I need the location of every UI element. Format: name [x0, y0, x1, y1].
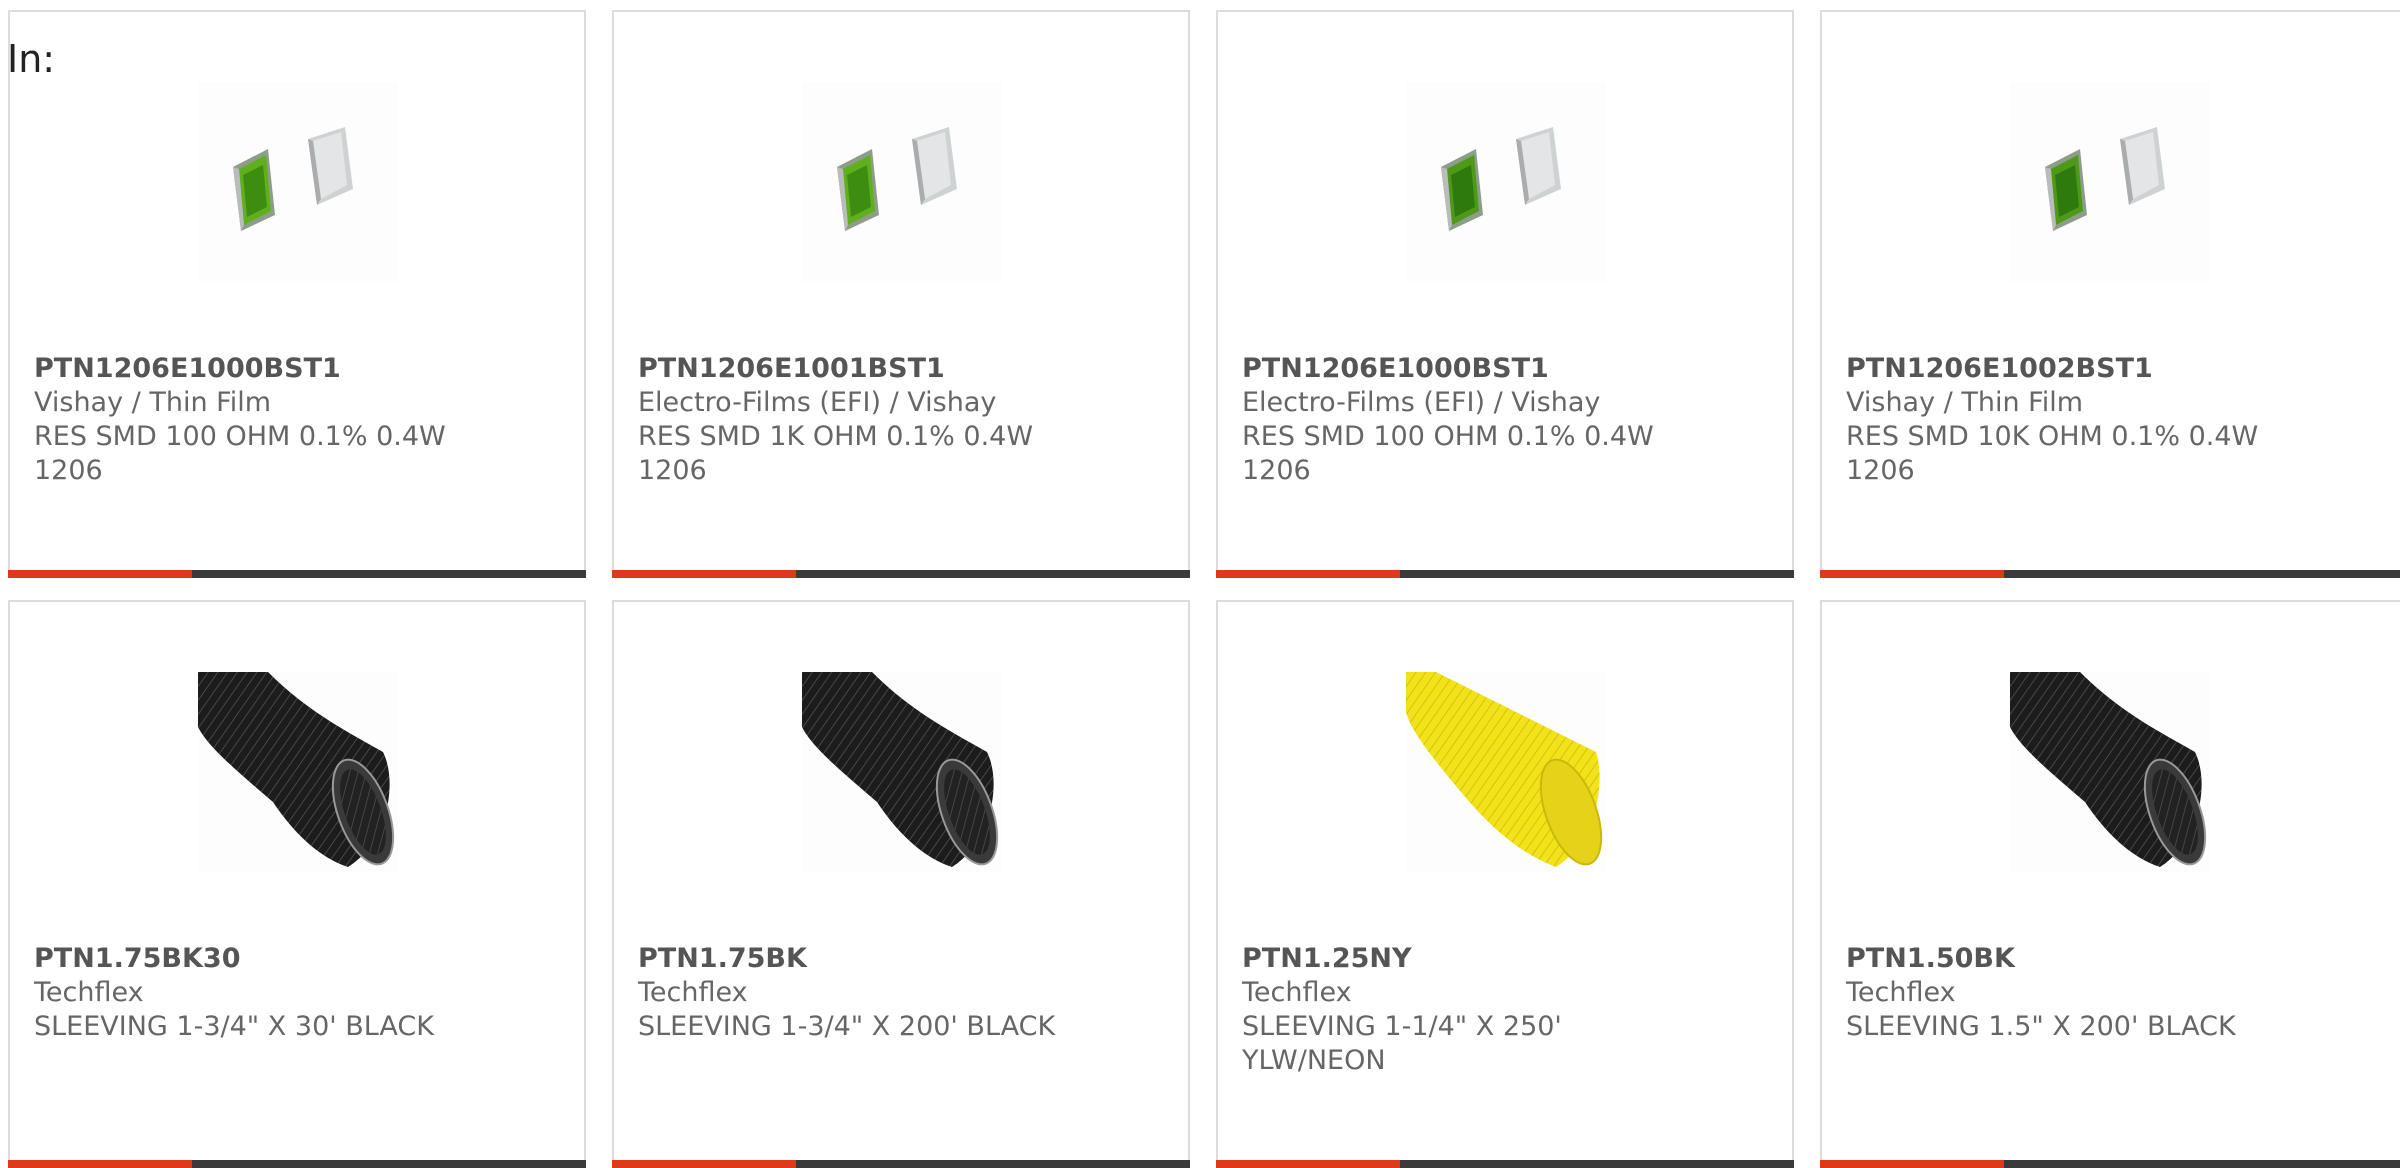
black-sleeving-image[interactable]: [198, 672, 398, 872]
part-number[interactable]: PTN1.25NY: [1242, 942, 1762, 976]
smd-resistor-image[interactable]: [198, 82, 398, 282]
description-cont: 1206: [1846, 455, 1915, 486]
smd-resistor-image[interactable]: [802, 82, 1002, 282]
card-bar-accent: [612, 570, 796, 578]
part-number[interactable]: PTN1206E1002BST1: [1846, 352, 2366, 386]
manufacturer: Electro-Films (EFI) / Vishay: [638, 387, 997, 418]
description: SLEEVING 1-1/4" X 250': [1242, 1011, 1562, 1042]
card-bar-accent: [1820, 570, 2004, 578]
part-number[interactable]: PTN1206E1000BST1: [34, 352, 554, 386]
product-card[interactable]: PTN1206E1000BST1 Electro-Films (EFI) / V…: [1216, 10, 1794, 578]
description: SLEEVING 1-3/4" X 200' BLACK: [638, 1011, 1056, 1042]
product-card[interactable]: PTN1206E1001BST1 Electro-Films (EFI) / V…: [612, 10, 1190, 578]
yellow-sleeving-image[interactable]: [1406, 672, 1606, 872]
product-info: PTN1206E1000BST1 Vishay / Thin Film RES …: [34, 352, 554, 488]
description-cont: YLW/NEON: [1242, 1045, 1386, 1076]
manufacturer: Vishay / Thin Film: [1846, 387, 2084, 418]
description: RES SMD 100 OHM 0.1% 0.4W: [34, 421, 446, 452]
manufacturer: Techflex: [34, 977, 144, 1008]
manufacturer: Vishay / Thin Film: [34, 387, 272, 418]
black-sleeving-image[interactable]: [2010, 672, 2210, 872]
manufacturer: Techflex: [638, 977, 748, 1008]
part-number[interactable]: PTN1.75BK30: [34, 942, 554, 976]
description: RES SMD 10K OHM 0.1% 0.4W: [1846, 421, 2259, 452]
description-cont: 1206: [638, 455, 707, 486]
description-cont: 1206: [34, 455, 103, 486]
smd-resistor-image[interactable]: [1406, 82, 1606, 282]
product-card[interactable]: PTN1206E1000BST1 Vishay / Thin Film RES …: [8, 10, 586, 578]
description: SLEEVING 1-3/4" X 30' BLACK: [34, 1011, 434, 1042]
product-info: PTN1206E1000BST1 Electro-Films (EFI) / V…: [1242, 352, 1762, 488]
smd-resistor-image[interactable]: [2010, 82, 2210, 282]
description: RES SMD 100 OHM 0.1% 0.4W: [1242, 421, 1654, 452]
card-bar: [1216, 570, 1794, 578]
product-info: PTN1.75BK30 Techflex SLEEVING 1-3/4" X 3…: [34, 942, 554, 1044]
product-card[interactable]: PTN1.75BK Techflex SLEEVING 1-3/4" X 200…: [612, 600, 1190, 1168]
product-card[interactable]: PTN1.75BK30 Techflex SLEEVING 1-3/4" X 3…: [8, 600, 586, 1168]
product-info: PTN1.75BK Techflex SLEEVING 1-3/4" X 200…: [638, 942, 1158, 1044]
product-info: PTN1.25NY Techflex SLEEVING 1-1/4" X 250…: [1242, 942, 1762, 1078]
manufacturer: Techflex: [1242, 977, 1352, 1008]
card-bar: [8, 570, 586, 578]
product-card[interactable]: PTN1206E1002BST1 Vishay / Thin Film RES …: [1820, 10, 2400, 578]
manufacturer: Electro-Films (EFI) / Vishay: [1242, 387, 1601, 418]
black-sleeving-image[interactable]: [802, 672, 1002, 872]
manufacturer: Techflex: [1846, 977, 1956, 1008]
card-bar-accent: [8, 570, 192, 578]
product-info: PTN1206E1002BST1 Vishay / Thin Film RES …: [1846, 352, 2366, 488]
product-info: PTN1.50BK Techflex SLEEVING 1.5" X 200' …: [1846, 942, 2366, 1044]
description-cont: 1206: [1242, 455, 1311, 486]
description: SLEEVING 1.5" X 200' BLACK: [1846, 1011, 2236, 1042]
card-bar: [1820, 570, 2400, 578]
product-card[interactable]: PTN1.25NY Techflex SLEEVING 1-1/4" X 250…: [1216, 600, 1794, 1168]
card-bar: [612, 570, 1190, 578]
part-number[interactable]: PTN1206E1001BST1: [638, 352, 1158, 386]
product-card[interactable]: PTN1.50BK Techflex SLEEVING 1.5" X 200' …: [1820, 600, 2400, 1168]
part-number[interactable]: PTN1.75BK: [638, 942, 1158, 976]
part-number[interactable]: PTN1206E1000BST1: [1242, 352, 1762, 386]
card-bar-accent: [1216, 570, 1400, 578]
part-number[interactable]: PTN1.50BK: [1846, 942, 2366, 976]
in-label: In:: [7, 37, 56, 81]
description: RES SMD 1K OHM 0.1% 0.4W: [638, 421, 1034, 452]
product-info: PTN1206E1001BST1 Electro-Films (EFI) / V…: [638, 352, 1158, 488]
